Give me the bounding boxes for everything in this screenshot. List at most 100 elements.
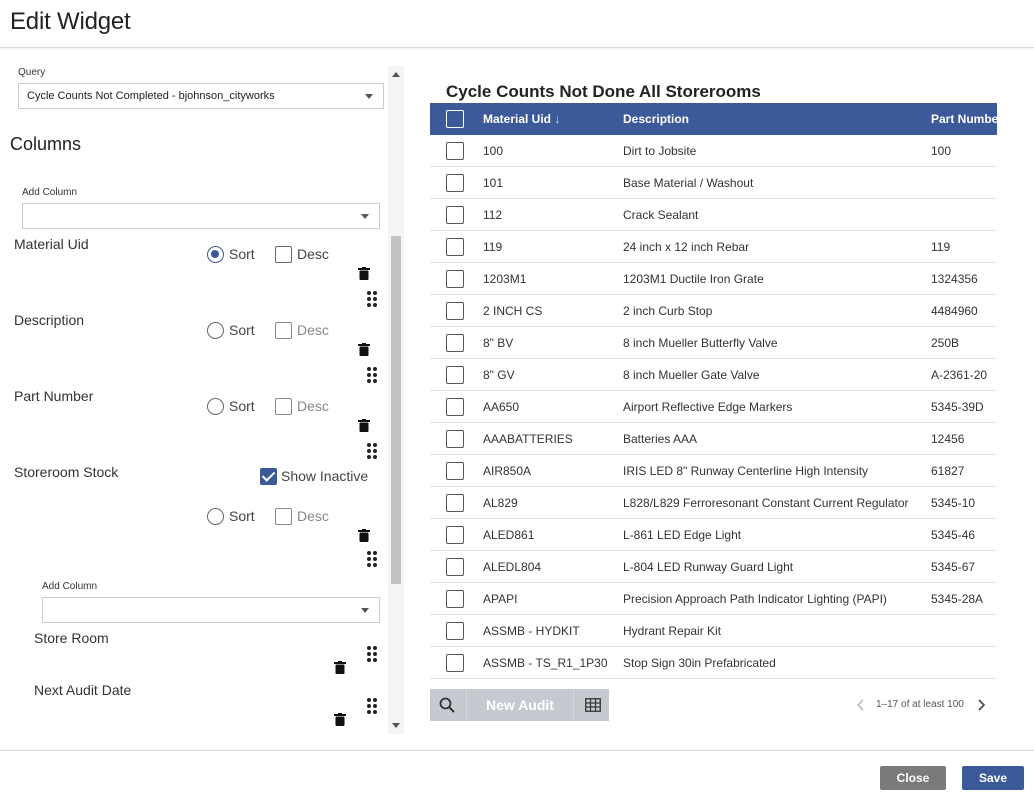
row-checkbox[interactable] — [446, 270, 464, 288]
table-row[interactable]: AAABATTERIES Batteries AAA 12456 — [430, 423, 997, 455]
sort-radio-description[interactable] — [207, 322, 224, 339]
table-row[interactable]: 101 Base Material / Washout — [430, 167, 997, 199]
sort-radio-storeroom-stock[interactable] — [207, 508, 224, 525]
cell-description: Precision Approach Path Indicator Lighti… — [623, 592, 887, 606]
trash-icon[interactable] — [334, 661, 346, 674]
save-button[interactable]: Save — [962, 766, 1024, 790]
row-checkbox[interactable] — [446, 654, 464, 672]
row-checkbox[interactable] — [446, 238, 464, 256]
add-column-select[interactable] — [22, 203, 380, 229]
drag-handle-icon[interactable] — [366, 550, 378, 568]
show-inactive-checkbox[interactable] — [260, 468, 277, 485]
table-row[interactable]: ALEDL804 L-804 LED Runway Guard Light 5345… — [430, 551, 997, 583]
cell-description: Stop Sign 30in Prefabricated — [623, 656, 776, 670]
row-checkbox[interactable] — [446, 174, 464, 192]
sort-radio-material-uid[interactable] — [207, 246, 224, 263]
chevron-right-icon[interactable] — [974, 698, 988, 712]
table-row[interactable]: ALED861 L-861 LED Edge Light 5345-46 — [430, 519, 997, 551]
drag-handle-icon[interactable] — [366, 697, 378, 715]
row-checkbox[interactable] — [446, 590, 464, 608]
row-checkbox[interactable] — [446, 398, 464, 416]
select-all-checkbox[interactable] — [446, 110, 464, 128]
row-checkbox[interactable] — [446, 366, 464, 384]
trash-icon[interactable] — [358, 343, 370, 356]
cell-description: 24 inch x 12 inch Rebar — [623, 240, 750, 254]
sub-add-column-select[interactable] — [42, 597, 380, 623]
new-audit-button[interactable]: New Audit — [466, 689, 573, 721]
dialog-title: Edit Widget — [10, 8, 131, 35]
desc-checkbox-material-uid[interactable] — [275, 246, 292, 263]
table-row[interactable]: 100 Dirt to Jobsite 100 — [430, 135, 997, 167]
drag-handle-icon[interactable] — [366, 366, 378, 384]
row-checkbox[interactable] — [446, 622, 464, 640]
trash-icon[interactable] — [358, 419, 370, 432]
desc-checkbox-storeroom-stock[interactable] — [275, 508, 292, 525]
query-select[interactable]: Cycle Counts Not Completed - bjohnson_ci… — [18, 83, 384, 109]
chevron-down-icon — [365, 94, 373, 99]
cell-description: IRIS LED 8" Runway Centerline High Inten… — [623, 464, 869, 478]
cell-part-number: 5345-10 — [931, 496, 976, 510]
cell-part-number: 5345-39D — [931, 400, 984, 414]
column-name-description: Description — [14, 312, 85, 328]
config-scrollbar-thumb[interactable] — [391, 236, 401, 584]
table-row[interactable]: 2 INCH CS 2 inch Curb Stop 4484960 — [430, 295, 997, 327]
table-row[interactable]: AA650 Airport Reflective Edge Markers 5345… — [430, 391, 997, 423]
trash-icon[interactable] — [358, 267, 370, 280]
chevron-left-icon[interactable] — [854, 698, 868, 712]
row-checkbox[interactable] — [446, 142, 464, 160]
row-checkbox[interactable] — [446, 430, 464, 448]
cell-material-uid: 8" BV — [483, 336, 514, 350]
pager-text: 1–17 of at least 100 — [876, 699, 964, 710]
cell-part-number: 12456 — [931, 432, 965, 446]
table-row[interactable]: 1203M1 1203M1 Ductile Iron Grate 1324356 — [430, 263, 997, 295]
drag-handle-icon[interactable] — [366, 442, 378, 460]
scroll-down-icon[interactable] — [392, 723, 400, 728]
add-column-label: Add Column — [22, 187, 78, 198]
cell-material-uid: APAPI — [483, 592, 518, 606]
search-button[interactable] — [430, 689, 466, 721]
table-view-button[interactable] — [573, 689, 609, 721]
cell-part-number: 250B — [931, 336, 960, 350]
sort-radio-part-number[interactable] — [207, 398, 224, 415]
row-checkbox[interactable] — [446, 206, 464, 224]
desc-label: Desc — [297, 246, 329, 262]
header-material-uid[interactable]: Material Uid ↓ — [483, 112, 560, 126]
trash-icon[interactable] — [358, 529, 370, 542]
table-row[interactable]: ASSMB - TS_R1_1P30 Stop Sign 30in Prefabr… — [430, 647, 997, 679]
cell-material-uid: 8" GV — [483, 368, 515, 382]
row-checkbox[interactable] — [446, 494, 464, 512]
row-checkbox[interactable] — [446, 334, 464, 352]
scroll-up-icon[interactable] — [392, 72, 400, 77]
table-row[interactable]: 112 Crack Sealant — [430, 199, 997, 231]
desc-label: Desc — [297, 398, 329, 414]
table-row[interactable]: AIR850A IRIS LED 8" Runway Centerline Hig… — [430, 455, 997, 487]
cell-description: L-804 LED Runway Guard Light — [623, 560, 794, 574]
cell-description: 2 inch Curb Stop — [623, 304, 713, 318]
drag-handle-icon[interactable] — [366, 290, 378, 308]
table-row[interactable]: APAPI Precision Approach Path Indicator L… — [430, 583, 997, 615]
header-part-number[interactable]: Part Number — [931, 112, 997, 126]
drag-handle-icon[interactable] — [366, 645, 378, 663]
row-checkbox[interactable] — [446, 462, 464, 480]
table-row[interactable]: ASSMB - HYDKIT Hydrant Repair Kit — [430, 615, 997, 647]
cell-description: Hydrant Repair Kit — [623, 624, 722, 638]
trash-icon[interactable] — [334, 713, 346, 726]
row-checkbox[interactable] — [446, 526, 464, 544]
query-label: Query — [18, 67, 46, 78]
cell-material-uid: 119 — [483, 240, 503, 254]
table-row[interactable]: 119 24 inch x 12 inch Rebar 119 — [430, 231, 997, 263]
table-row[interactable]: 8" BV 8 inch Mueller Butterfly Valve 250B — [430, 327, 997, 359]
desc-checkbox-description[interactable] — [275, 322, 292, 339]
sub-add-column-label: Add Column — [42, 581, 98, 592]
table-row[interactable]: 8" GV 8 inch Mueller Gate Valve A-2361-20 — [430, 359, 997, 391]
desc-label: Desc — [297, 322, 329, 338]
desc-checkbox-part-number[interactable] — [275, 398, 292, 415]
close-button[interactable]: Close — [880, 766, 946, 790]
cell-description: 8 inch Mueller Gate Valve — [623, 368, 760, 382]
header-description[interactable]: Description — [623, 112, 689, 126]
cell-material-uid: AAABATTERIES — [483, 432, 573, 446]
table-row[interactable]: AL829 L828/L829 Ferroresonant Constant Cu… — [430, 487, 997, 519]
row-checkbox[interactable] — [446, 558, 464, 576]
row-checkbox[interactable] — [446, 302, 464, 320]
cell-part-number: 61827 — [931, 464, 965, 478]
